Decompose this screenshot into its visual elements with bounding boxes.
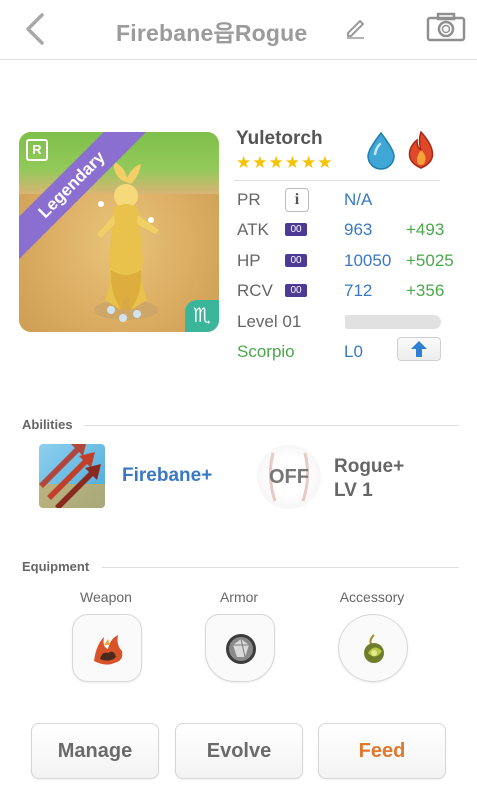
title-wrap: Firebane읍Rogue	[116, 14, 307, 48]
accessory-slot[interactable]	[338, 614, 408, 682]
edit-name-button[interactable]	[344, 15, 368, 39]
hp-tag: 00	[285, 254, 307, 267]
zodiac-level: L0	[344, 342, 363, 361]
manage-button[interactable]: Manage	[31, 723, 159, 779]
star-rating: ★★★★★★	[236, 153, 334, 172]
zodiac-upgrade-button[interactable]	[397, 337, 441, 361]
chevron-left-icon	[26, 13, 44, 45]
rcv-label: RCV	[237, 281, 273, 300]
rcv-tag: 00	[285, 284, 307, 297]
hp-label: HP	[237, 251, 261, 270]
level-label: Level 01	[237, 312, 302, 331]
pr-label: PR	[237, 190, 261, 209]
accessory-label: Accessory	[339, 589, 405, 605]
abilities-divider	[84, 425, 459, 426]
zodiac-label: Scorpio	[237, 342, 295, 361]
off-label: OFF	[269, 466, 309, 488]
fire-icon	[408, 130, 434, 169]
armor-label: Armor	[219, 589, 259, 605]
equipment-divider	[102, 567, 459, 568]
armor-slot[interactable]	[205, 614, 275, 682]
atk-tag: 00	[285, 223, 307, 236]
arrows-icon	[39, 444, 105, 508]
rcv-bonus: +356	[406, 281, 445, 300]
leaf-pendant-icon	[364, 634, 384, 663]
camera-button[interactable]	[426, 12, 466, 42]
weapon-slot[interactable]	[72, 614, 142, 682]
pencil-icon	[347, 20, 364, 39]
monster-figure	[94, 162, 159, 322]
secondary-ability: Rogue+ LV 1	[334, 455, 404, 503]
arrow-up-icon	[411, 341, 427, 357]
back-button[interactable]	[22, 12, 48, 46]
rank-badge: R	[26, 139, 48, 161]
stats-divider	[234, 180, 440, 181]
hp-bonus: +5025	[406, 251, 454, 270]
page-title: Firebane읍Rogue	[116, 20, 308, 46]
level-progress-bar	[341, 315, 441, 329]
monster-portrait[interactable]: Legendary R ♏	[19, 132, 219, 332]
gem-icon	[226, 634, 256, 664]
secondary-ability-level: LV 1	[334, 480, 373, 501]
weapon-label: Weapon	[80, 589, 132, 605]
rcv-value: 712	[344, 281, 373, 300]
flame-claw-icon	[94, 635, 123, 665]
atk-label: ATK	[237, 220, 269, 239]
evolve-button[interactable]: Evolve	[175, 723, 303, 779]
pr-value: N/A	[344, 190, 373, 209]
firebane-ability-button[interactable]	[39, 444, 105, 508]
hp-value: 10050	[344, 251, 392, 270]
water-drop-icon	[367, 131, 395, 170]
ability-off-toggle[interactable]: OFF	[257, 445, 321, 509]
secondary-ability-name: Rogue+	[334, 456, 405, 477]
feed-button[interactable]: Feed	[318, 723, 446, 779]
zodiac-badge: ♏	[185, 300, 219, 332]
info-icon[interactable]: i	[285, 188, 309, 212]
abilities-heading: Abilities	[22, 417, 73, 432]
level-progress-fill	[341, 315, 345, 329]
camera-icon	[426, 12, 466, 42]
monster-name: Yuletorch	[236, 128, 323, 149]
atk-bonus: +493	[406, 220, 445, 239]
atk-value: 963	[344, 220, 373, 239]
top-bar: Firebane읍Rogue	[0, 0, 477, 60]
primary-ability-name: Firebane+	[122, 465, 213, 486]
equipment-heading: Equipment	[22, 559, 90, 574]
